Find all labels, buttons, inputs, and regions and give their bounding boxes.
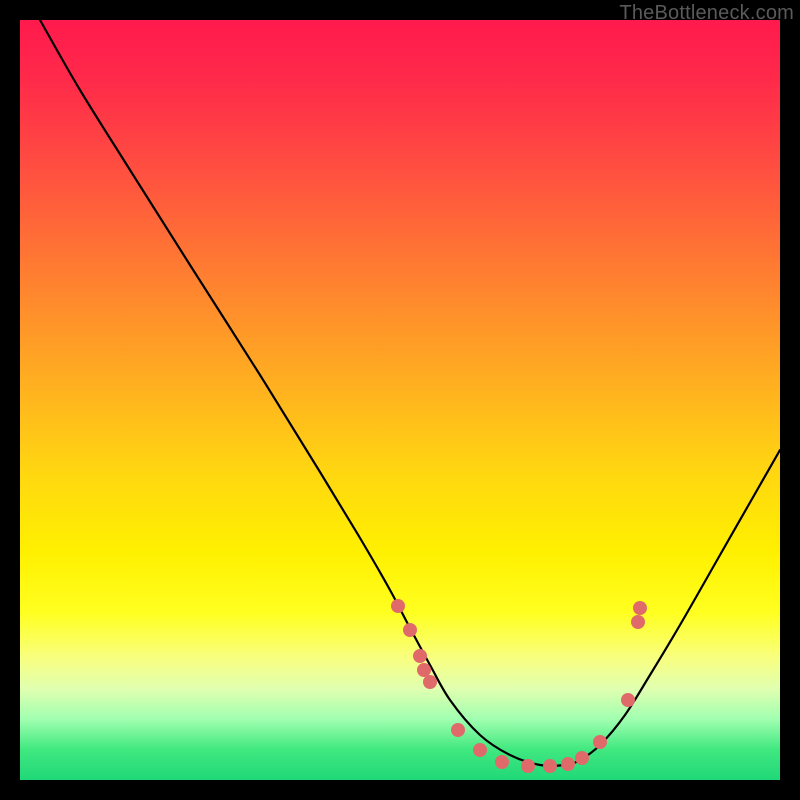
data-point	[593, 735, 607, 749]
data-point	[575, 751, 589, 765]
data-point	[473, 743, 487, 757]
data-point	[561, 757, 575, 771]
data-point	[403, 623, 417, 637]
data-point	[621, 693, 635, 707]
data-point	[391, 599, 405, 613]
data-point	[521, 759, 535, 773]
bottleneck-curve	[40, 20, 780, 766]
highlight-points	[391, 599, 647, 773]
plot-area	[20, 20, 780, 780]
data-point	[631, 615, 645, 629]
data-point	[543, 759, 557, 773]
data-point	[417, 663, 431, 677]
data-point	[633, 601, 647, 615]
chart-svg	[20, 20, 780, 780]
data-point	[413, 649, 427, 663]
data-point	[423, 675, 437, 689]
data-point	[451, 723, 465, 737]
data-point	[495, 755, 509, 769]
